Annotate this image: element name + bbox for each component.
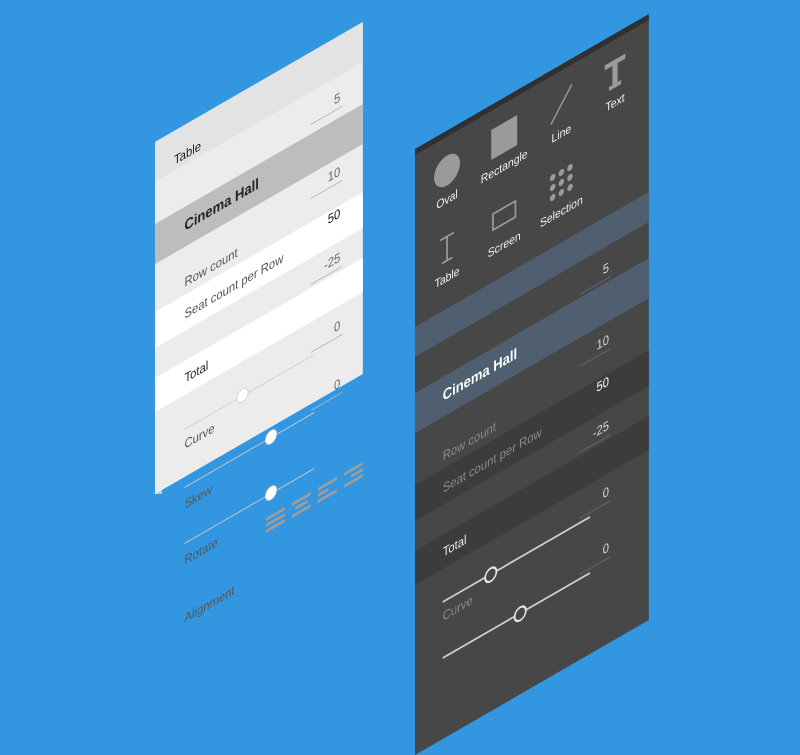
section-title: Cinema Hall — [442, 345, 518, 405]
skew-label: Skew — [184, 481, 212, 512]
curve-slider-handle[interactable] — [484, 563, 498, 586]
align-center-icon[interactable] — [291, 492, 311, 525]
skew-slider-track[interactable] — [184, 412, 315, 488]
tool-screen[interactable]: Screen — [474, 182, 535, 269]
alignment-label: Alignment — [184, 582, 235, 626]
section-title: Cinema Hall — [184, 175, 259, 235]
curve-label: Curve — [184, 419, 215, 452]
curve-label: Curve — [442, 591, 473, 624]
align-justify-icon[interactable] — [265, 507, 285, 540]
seat-count-value[interactable]: 50 — [311, 205, 341, 237]
second-slider-handle[interactable] — [513, 602, 527, 625]
tool-oval[interactable]: Oval — [417, 137, 478, 224]
tool-selection[interactable]: Selection — [531, 149, 592, 236]
table-label: Table — [174, 137, 201, 168]
light-panel-surface: Table 5 Cinema Hall 10 Row count Seat co… — [155, 22, 363, 626]
tool-rectangle[interactable]: Rectangle — [474, 104, 535, 191]
tool-table[interactable]: Table — [417, 215, 478, 302]
tool-text[interactable]: Text — [585, 40, 646, 127]
align-right-icon[interactable] — [343, 462, 363, 495]
total-label: Total — [442, 531, 467, 560]
total-label: Total — [184, 357, 209, 386]
align-left-icon[interactable] — [317, 477, 337, 510]
tool-line[interactable]: Line — [531, 71, 592, 158]
curve-slider-handle[interactable] — [237, 386, 248, 405]
rotate-slider-handle[interactable] — [265, 484, 277, 502]
seat-count-value[interactable]: 50 — [580, 373, 609, 405]
skew-slider-handle[interactable] — [265, 428, 277, 446]
